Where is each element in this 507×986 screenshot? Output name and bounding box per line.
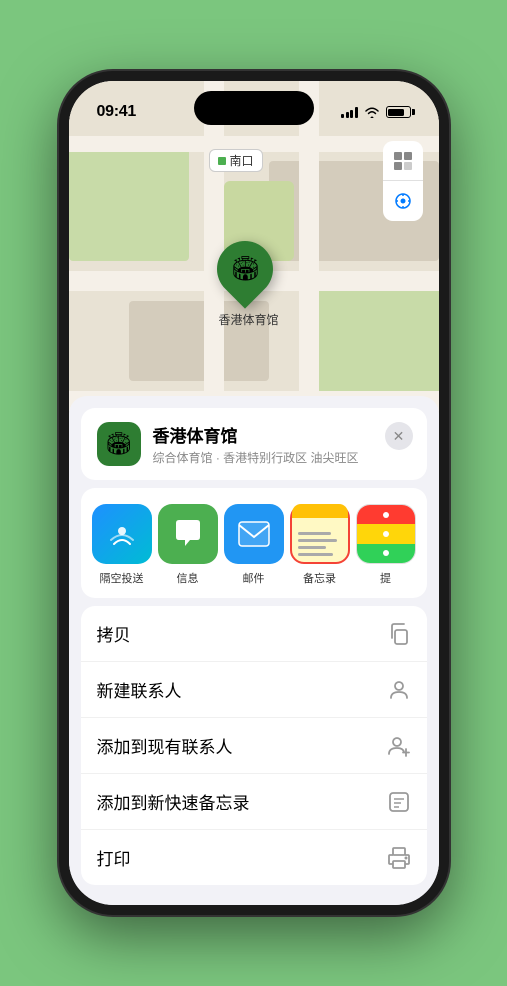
more-label: 提 xyxy=(380,570,391,586)
location-subtitle: 综合体育馆 · 香港特别行政区 油尖旺区 xyxy=(153,449,411,466)
messages-svg xyxy=(171,517,205,551)
messages-icon xyxy=(158,504,218,564)
airdrop-label: 隔空投送 xyxy=(100,570,144,586)
stadium-pin: 🏟 香港体育馆 xyxy=(217,241,281,328)
location-name: 香港体育馆 xyxy=(153,422,411,447)
location-icon xyxy=(394,192,412,210)
airdrop-icon xyxy=(92,504,152,564)
pin-label: 香港体育馆 xyxy=(218,311,278,328)
share-item-airdrop[interactable]: 隔空投送 xyxy=(89,504,155,586)
action-new-contact[interactable]: 新建联系人 xyxy=(81,662,427,718)
print-icon xyxy=(387,846,411,870)
map-type-button[interactable] xyxy=(383,141,423,181)
action-add-existing[interactable]: 添加到现有联系人 xyxy=(81,718,427,774)
action-add-notes-label: 添加到新快速备忘录 xyxy=(97,789,250,814)
airdrop-svg xyxy=(106,518,138,550)
action-print[interactable]: 打印 xyxy=(81,830,427,885)
messages-label: 信息 xyxy=(177,570,199,586)
location-card: 🏟 香港体育馆 综合体育馆 · 香港特别行政区 油尖旺区 ✕ xyxy=(81,408,427,480)
share-item-more[interactable]: 提 xyxy=(353,504,419,586)
add-notes-icon xyxy=(387,790,411,814)
status-icons xyxy=(341,106,411,118)
map-controls[interactable] xyxy=(383,141,423,221)
battery-icon xyxy=(386,106,411,118)
mail-icon xyxy=(224,504,284,564)
copy-icon xyxy=(387,622,411,646)
mail-svg xyxy=(237,520,271,548)
map-label: 南口 xyxy=(209,149,263,172)
action-list: 拷贝 新建联系人 添加到现有联系人 xyxy=(81,606,427,885)
location-info: 香港体育馆 综合体育馆 · 香港特别行政区 油尖旺区 xyxy=(153,422,411,466)
location-card-icon: 🏟 xyxy=(97,422,141,466)
dynamic-island xyxy=(194,91,314,125)
map-label-text: 南口 xyxy=(230,152,254,169)
bottom-sheet: 🏟 香港体育馆 综合体育馆 · 香港特别行政区 油尖旺区 ✕ 隔空投送 xyxy=(69,396,439,905)
notes-label: 备忘录 xyxy=(303,570,336,586)
phone-frame: 09:41 xyxy=(59,71,449,915)
action-copy-label: 拷贝 xyxy=(97,621,131,646)
share-item-messages[interactable]: 信息 xyxy=(155,504,221,586)
location-button[interactable] xyxy=(383,181,423,221)
close-button[interactable]: ✕ xyxy=(385,422,413,450)
action-copy[interactable]: 拷贝 xyxy=(81,606,427,662)
action-new-contact-label: 新建联系人 xyxy=(97,677,182,702)
signal-icon xyxy=(341,106,358,118)
new-contact-icon xyxy=(387,678,411,702)
share-item-mail[interactable]: 邮件 xyxy=(221,504,287,586)
status-time: 09:41 xyxy=(97,103,136,121)
share-item-notes[interactable]: 备忘录 xyxy=(287,504,353,586)
wifi-icon xyxy=(364,106,380,118)
notes-icon xyxy=(290,504,350,564)
add-existing-icon xyxy=(387,734,411,758)
action-add-existing-label: 添加到现有联系人 xyxy=(97,733,233,758)
share-row: 隔空投送 信息 xyxy=(81,488,427,598)
action-add-notes[interactable]: 添加到新快速备忘录 xyxy=(81,774,427,830)
map-type-icon xyxy=(392,150,414,172)
more-icon xyxy=(356,504,416,564)
label-dot xyxy=(218,157,226,165)
action-print-label: 打印 xyxy=(97,845,131,870)
pin-emoji: 🏟 xyxy=(229,255,259,284)
mail-label: 邮件 xyxy=(243,570,265,586)
